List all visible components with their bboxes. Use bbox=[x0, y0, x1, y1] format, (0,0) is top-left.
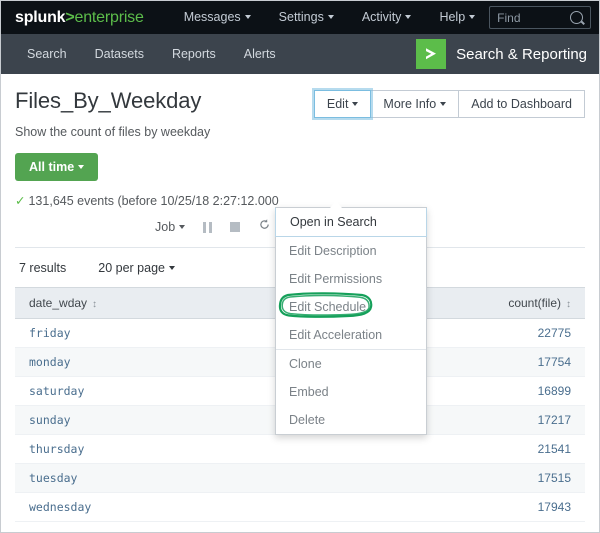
edit-dropdown-menu: Open in Search Edit Description Edit Per… bbox=[275, 207, 427, 435]
cell-date-wday[interactable]: thursday bbox=[15, 435, 391, 464]
table-row: tuesday17515 bbox=[15, 464, 585, 493]
per-page-label: 20 per page bbox=[98, 261, 165, 275]
global-menu: Messages Settings Activity Help bbox=[170, 1, 489, 34]
cell-count[interactable]: 17515 bbox=[391, 464, 585, 493]
sort-arrows-icon: ↕ bbox=[92, 300, 97, 310]
menu-item-edit-permissions[interactable]: Edit Permissions bbox=[276, 265, 426, 293]
logo-enterprise-text: enterprise bbox=[75, 9, 144, 26]
menu-item-edit-schedule[interactable]: Edit Schedule bbox=[276, 293, 426, 321]
events-summary: ✓131,645 events (before 10/25/18 2:27:12… bbox=[15, 193, 585, 208]
menu-help-label: Help bbox=[439, 10, 465, 24]
app-name-label: Search & Reporting bbox=[456, 46, 587, 63]
menu-item-delete[interactable]: Delete bbox=[276, 406, 426, 434]
logo-splunk-text: splunk bbox=[15, 9, 65, 26]
app-nav-bar: Search Datasets Reports Alerts Search & … bbox=[1, 34, 599, 74]
chevron-down-icon bbox=[405, 15, 411, 19]
pause-icon[interactable] bbox=[203, 222, 212, 233]
splunk-report-page: splunk>enterprise Messages Settings Acti… bbox=[0, 0, 600, 533]
find-box[interactable] bbox=[489, 6, 591, 29]
menu-item-edit-acceleration[interactable]: Edit Acceleration bbox=[276, 321, 426, 349]
nav-datasets[interactable]: Datasets bbox=[81, 34, 158, 74]
search-icon bbox=[570, 11, 583, 24]
job-menu[interactable]: Job bbox=[155, 220, 185, 234]
cell-count[interactable]: 17943 bbox=[391, 493, 585, 522]
refresh-icon[interactable] bbox=[258, 218, 271, 236]
chevron-down-icon bbox=[78, 165, 84, 169]
table-row: thursday21541 bbox=[15, 435, 585, 464]
edit-button-label: Edit bbox=[327, 97, 349, 111]
menu-messages[interactable]: Messages bbox=[170, 1, 265, 34]
cell-date-wday[interactable]: tuesday bbox=[15, 464, 391, 493]
table-row: wednesday17943 bbox=[15, 493, 585, 522]
menu-activity-label: Activity bbox=[362, 10, 402, 24]
per-page-selector[interactable]: 20 per page bbox=[98, 261, 175, 275]
events-summary-text: 131,645 events (before 10/25/18 2:27:12.… bbox=[28, 194, 278, 208]
report-description: Show the count of files by weekday bbox=[15, 125, 210, 139]
menu-item-edit-schedule-label: Edit Schedule bbox=[289, 300, 366, 314]
menu-settings-label: Settings bbox=[279, 10, 324, 24]
chevron-down-icon bbox=[169, 266, 175, 270]
menu-item-open-in-search[interactable]: Open in Search bbox=[275, 208, 427, 237]
nav-alerts[interactable]: Alerts bbox=[230, 34, 290, 74]
check-icon: ✓ bbox=[15, 194, 25, 208]
time-range-picker[interactable]: All time bbox=[15, 153, 98, 181]
report-page-body: Files_By_Weekday Show the count of files… bbox=[1, 74, 599, 522]
column-header-date-wday-label: date_wday bbox=[29, 296, 87, 310]
sort-arrows-icon: ↕ bbox=[566, 300, 571, 310]
chevron-down-icon bbox=[469, 15, 475, 19]
splunk-chevron-icon bbox=[416, 39, 446, 69]
menu-item-embed[interactable]: Embed bbox=[276, 378, 426, 406]
logo-chevron-text: > bbox=[65, 9, 74, 26]
time-range-label: All time bbox=[29, 160, 74, 174]
nav-reports[interactable]: Reports bbox=[158, 34, 230, 74]
add-to-dashboard-button[interactable]: Add to Dashboard bbox=[458, 90, 585, 118]
menu-item-clone[interactable]: Clone bbox=[276, 349, 426, 378]
nav-search[interactable]: Search bbox=[13, 34, 81, 74]
cell-date-wday[interactable]: wednesday bbox=[15, 493, 391, 522]
menu-help[interactable]: Help bbox=[425, 1, 489, 34]
app-identity: Search & Reporting bbox=[416, 34, 599, 74]
chevron-down-icon bbox=[328, 15, 334, 19]
chevron-down-icon bbox=[179, 225, 185, 229]
report-action-buttons: Edit More Info Add to Dashboard bbox=[314, 90, 585, 118]
cell-count[interactable]: 21541 bbox=[391, 435, 585, 464]
global-top-bar: splunk>enterprise Messages Settings Acti… bbox=[1, 1, 599, 34]
chevron-down-icon bbox=[440, 102, 446, 106]
report-header-left: Files_By_Weekday Show the count of files… bbox=[15, 88, 210, 139]
results-count: 7 results bbox=[19, 261, 66, 275]
chevron-down-icon bbox=[352, 102, 358, 106]
menu-item-edit-description[interactable]: Edit Description bbox=[276, 237, 426, 265]
dropdown-notch-icon bbox=[330, 201, 343, 208]
more-info-button[interactable]: More Info bbox=[370, 90, 459, 118]
report-header-row: Files_By_Weekday Show the count of files… bbox=[15, 88, 585, 139]
edit-button[interactable]: Edit bbox=[314, 90, 372, 118]
menu-activity[interactable]: Activity bbox=[348, 1, 426, 34]
search-input[interactable] bbox=[497, 11, 570, 25]
more-info-button-label: More Info bbox=[383, 97, 436, 111]
chevron-down-icon bbox=[245, 15, 251, 19]
menu-settings[interactable]: Settings bbox=[265, 1, 348, 34]
job-menu-label: Job bbox=[155, 220, 175, 234]
splunk-logo[interactable]: splunk>enterprise bbox=[15, 9, 144, 27]
stop-icon[interactable] bbox=[230, 222, 240, 232]
column-header-count-file-label: count(file) bbox=[508, 296, 561, 310]
menu-messages-label: Messages bbox=[184, 10, 241, 24]
page-title: Files_By_Weekday bbox=[15, 88, 210, 114]
